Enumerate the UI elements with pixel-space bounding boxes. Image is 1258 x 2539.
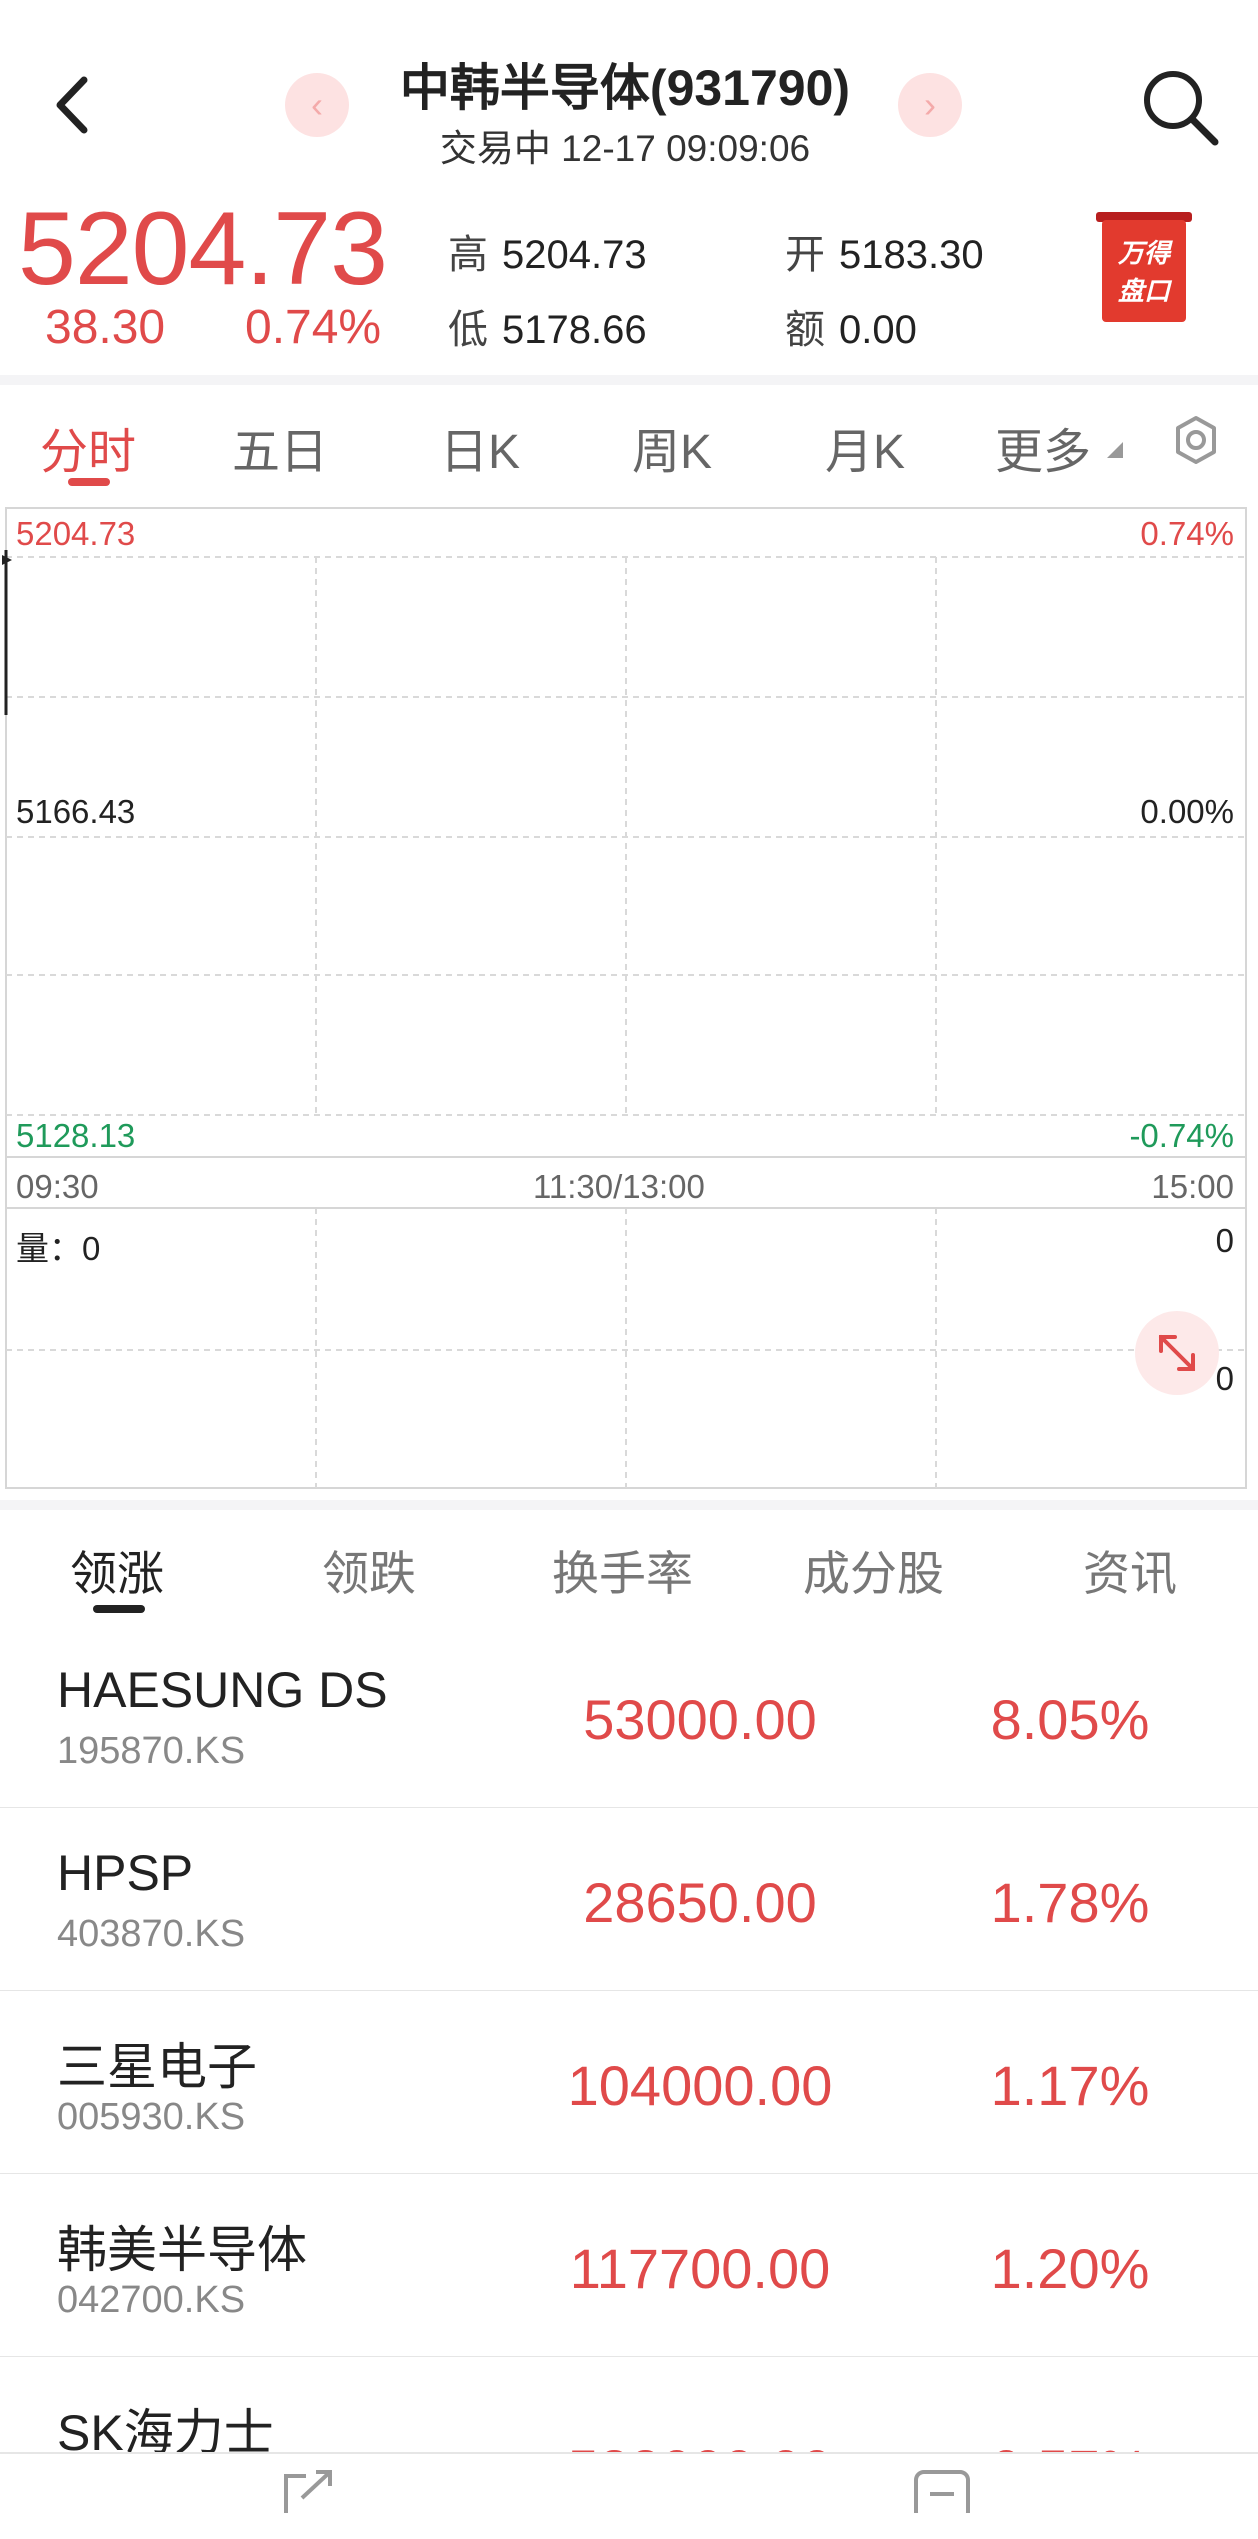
stock-change-percent: 1.78%: [990, 1871, 1150, 1934]
time-axis-mid: 11:30/13:00: [533, 1168, 705, 1205]
tab-intraday[interactable]: 分时: [40, 412, 136, 482]
stat-high-value: 5204.73: [502, 233, 647, 277]
stock-price: 104000.00: [567, 2054, 833, 2117]
list-item[interactable]: 三星电子 005930.KS 104000.00 1.17%: [0, 1991, 1258, 2175]
stock-name: 三星电子: [57, 2039, 257, 2095]
wind-orderbook-button[interactable]: 万得 盘口: [1096, 212, 1192, 328]
tab-top-gainers[interactable]: 领涨: [70, 1535, 164, 1604]
chart-settings-button[interactable]: [1168, 412, 1224, 468]
active-list-tab-indicator: [93, 1605, 145, 1613]
price-axis-bottom: 5128.13: [16, 1117, 136, 1154]
wind-badge-icon: 万得 盘口: [1096, 212, 1192, 322]
list-item[interactable]: 韩美半导体 042700.KS 117700.00 1.20%: [0, 2174, 1258, 2358]
list-item[interactable]: HPSP 403870.KS 28650.00 1.78%: [0, 1808, 1258, 1992]
stock-code: 195870.KS: [57, 1730, 246, 1772]
trading-status: 交易中 12-17 09:09:06: [439, 128, 811, 169]
time-axis-end: 15:00: [1151, 1168, 1234, 1205]
badge-text-line2: 盘口: [1118, 277, 1173, 307]
menu-button[interactable]: [912, 2468, 972, 2522]
stat-low-value: 5178.66: [502, 308, 647, 352]
gear-icon: [1176, 416, 1216, 464]
time-axis-start: 09:30: [16, 1168, 99, 1205]
percent-axis-mid: 0.00%: [1140, 793, 1234, 830]
change-percent: 0.74%: [245, 301, 382, 354]
percent-axis-bottom: -0.74%: [1129, 1117, 1234, 1154]
stock-price: 28650.00: [583, 1871, 817, 1934]
stat-amount-value: 0.00: [839, 308, 917, 352]
last-price: 5204.73: [18, 191, 388, 307]
share-icon: [284, 2470, 332, 2513]
price-axis-top: 5204.73: [16, 515, 136, 552]
stock-list: HAESUNG DS 195870.KS 53000.00 8.05% HPSP…: [0, 1625, 1258, 2539]
change-amount: 38.30: [45, 301, 166, 354]
back-arrow-icon: [56, 76, 88, 134]
tab-news[interactable]: 资讯: [1083, 1535, 1177, 1604]
stock-name: HAESUNG DS: [57, 1662, 388, 1718]
search-button[interactable]: [1135, 62, 1225, 152]
volume-label: 量：0: [16, 1230, 101, 1267]
tab-top-losers[interactable]: 领跌: [322, 1535, 416, 1604]
search-icon: [1144, 71, 1219, 146]
stat-amount-label: 额: [785, 308, 825, 352]
expand-icon: [1159, 1335, 1195, 1371]
stat-high: 高 5204.73: [448, 222, 647, 280]
stat-low: 低 5178.66: [448, 297, 647, 355]
stock-name: 韩美半导体: [57, 2222, 307, 2278]
stock-price: 53000.00: [583, 1688, 817, 1751]
stock-change-percent: 8.05%: [990, 1688, 1150, 1751]
stat-low-label: 低: [448, 308, 488, 352]
stat-open-value: 5183.30: [839, 233, 984, 277]
stock-change-percent: 1.17%: [990, 2054, 1150, 2117]
stock-code: 403870.KS: [57, 1913, 246, 1955]
stat-open-label: 开: [785, 233, 825, 277]
tab-five-day[interactable]: 五日: [232, 412, 328, 482]
tab-more[interactable]: 更多: [995, 412, 1091, 482]
tab-weekly-k[interactable]: 周K: [632, 412, 712, 482]
triangle-down-icon: [1105, 440, 1123, 458]
next-index-button[interactable]: ›: [898, 73, 962, 137]
badge-text-line1: 万得: [1117, 239, 1173, 269]
bottom-toolbar: [0, 2452, 1258, 2515]
stat-amount: 额 0.00: [785, 297, 917, 355]
list-item[interactable]: HAESUNG DS 195870.KS 53000.00 8.05%: [0, 1625, 1258, 1809]
stat-open: 开 5183.30: [785, 222, 984, 280]
chevron-right-icon: ›: [924, 84, 936, 125]
percent-axis-top: 0.74%: [1140, 515, 1234, 552]
stat-high-label: 高: [448, 233, 488, 277]
share-button[interactable]: [278, 2468, 338, 2513]
price-axis-mid: 5166.43: [16, 793, 136, 830]
fullscreen-button[interactable]: [1135, 1311, 1219, 1395]
back-button[interactable]: [40, 60, 110, 150]
tab-constituents[interactable]: 成分股: [803, 1535, 944, 1604]
stock-change-percent: 1.20%: [990, 2237, 1150, 2300]
tab-monthly-k[interactable]: 月K: [825, 412, 905, 482]
volume-axis-top: 0: [1215, 1222, 1234, 1259]
stock-price: 117700.00: [569, 2237, 831, 2300]
tab-daily-k[interactable]: 日K: [440, 412, 520, 482]
stock-name: HPSP: [57, 1845, 194, 1901]
page-title: 中韩半导体(931790): [399, 60, 851, 116]
menu-icon: [914, 2470, 970, 2522]
chart-grid: [2, 507, 1247, 1489]
stock-code: 042700.KS: [57, 2279, 246, 2321]
active-tab-indicator: [68, 478, 110, 486]
tab-turnover-rate[interactable]: 换手率: [552, 1535, 693, 1604]
stock-code: 005930.KS: [57, 2096, 246, 2138]
